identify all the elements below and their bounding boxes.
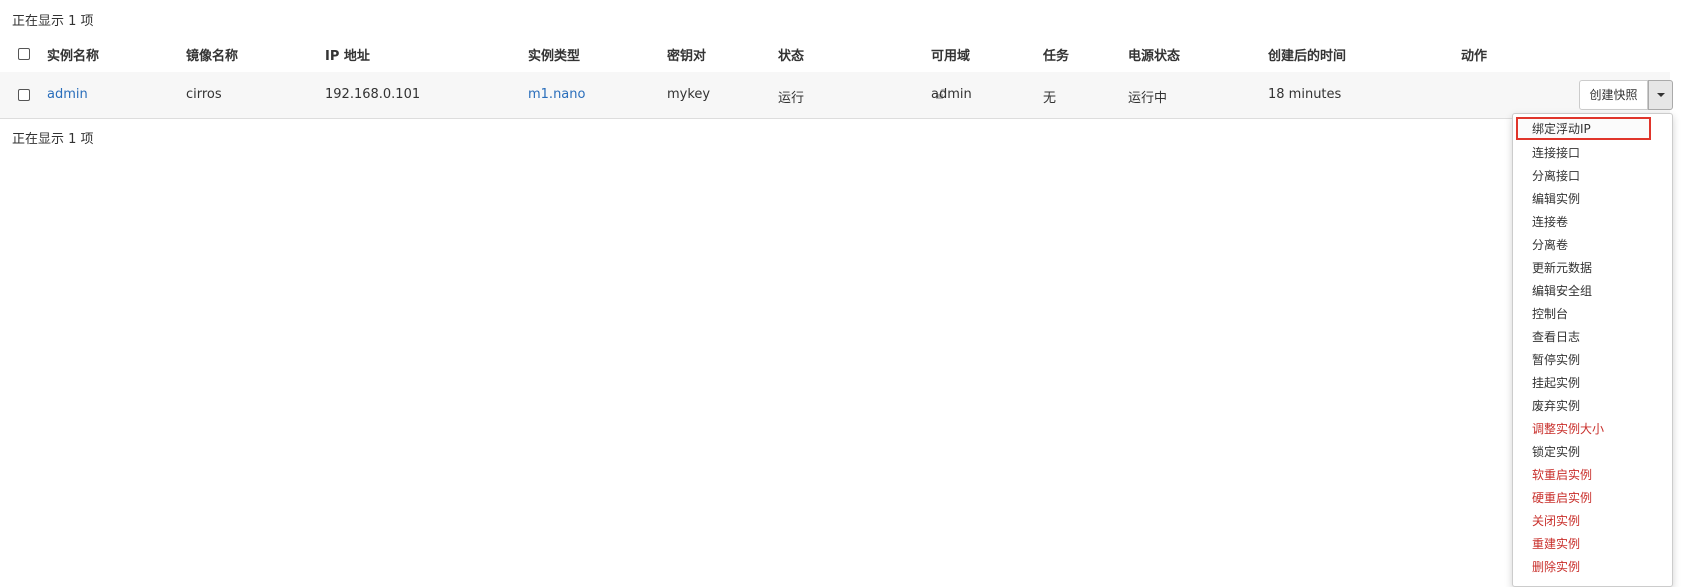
menu-item-detach-volume[interactable]: 分离卷 [1513,234,1672,257]
image-name-cell: cirros [186,87,222,102]
select-all-checkbox[interactable] [18,48,30,60]
header-task[interactable]: 任务 [1043,45,1069,64]
header-power-state[interactable]: 电源状态 [1128,45,1180,64]
actions-dropdown-menu: 绑定浮动IP 连接接口 分离接口 编辑实例 连接卷 分离卷 更新元数据 编辑安全… [1512,113,1673,587]
menu-item-edit-security-groups[interactable]: 编辑安全组 [1513,280,1672,303]
menu-item-lock-instance[interactable]: 锁定实例 [1513,441,1672,464]
ip-address-cell: 192.168.0.101 [325,87,421,102]
menu-item-resize-instance[interactable]: 调整实例大小 [1513,418,1672,441]
power-state-cell: 运行中 [1128,91,1168,106]
menu-item-console[interactable]: 控制台 [1513,303,1672,326]
keypair-cell: mykey [667,87,711,102]
header-flavor[interactable]: 实例类型 [528,45,580,64]
header-availability-zone[interactable]: 可用域 [931,45,970,64]
header-image-name[interactable]: 镜像名称 [186,45,238,64]
menu-item-shelve-instance[interactable]: 废弃实例 [1513,395,1672,418]
header-status[interactable]: 状态 [778,45,804,64]
header-age[interactable]: 创建后的时间 [1268,45,1346,64]
availability-zone-cell: admin [931,87,972,102]
table-row: admin cirros 192.168.0.101 m1.nano mykey… [0,72,1673,119]
menu-item-pause-instance[interactable]: 暂停实例 [1513,349,1672,372]
menu-item-attach-interface[interactable]: 连接接口 [1513,142,1672,165]
age-cell: 18 minutes [1268,87,1342,102]
item-count-bottom: 正在显示 1 项 [12,132,94,147]
item-count-top: 正在显示 1 项 [12,14,94,29]
header-keypair[interactable]: 密钥对 [667,45,706,64]
header-actions: 动作 [1461,49,1488,64]
task-cell: 无 [1043,91,1057,106]
menu-item-edit-instance[interactable]: 编辑实例 [1513,188,1672,211]
header-instance-name[interactable]: 实例名称 [47,45,99,64]
instances-page: 正在显示 1 项 实例名称 镜像名称 IP 地址 实例类型 密钥对 状态 可用域… [0,0,1686,587]
menu-item-hard-reboot[interactable]: 硬重启实例 [1513,487,1672,510]
status-cell: 运行 [778,91,805,106]
flavor-link[interactable]: m1.nano [528,87,585,102]
row-checkbox[interactable] [18,89,30,101]
menu-item-view-log[interactable]: 查看日志 [1513,326,1672,349]
caret-down-icon [1657,93,1665,97]
menu-item-suspend-instance[interactable]: 挂起实例 [1513,372,1672,395]
create-snapshot-button[interactable]: 创建快照 [1579,80,1648,110]
menu-item-soft-reboot[interactable]: 软重启实例 [1513,464,1672,487]
more-actions-toggle[interactable] [1648,80,1673,110]
menu-item-delete-instance[interactable]: 删除实例 [1513,556,1672,579]
menu-item-rebuild-instance[interactable]: 重建实例 [1513,533,1672,556]
header-ip-address[interactable]: IP 地址 [325,45,370,64]
menu-item-shut-off[interactable]: 关闭实例 [1513,510,1672,533]
menu-item-bind-floating-ip[interactable]: 绑定浮动IP [1516,117,1651,140]
menu-item-attach-volume[interactable]: 连接卷 [1513,211,1672,234]
menu-item-detach-interface[interactable]: 分离接口 [1513,165,1672,188]
instance-name-link[interactable]: admin [47,87,88,102]
menu-item-update-metadata[interactable]: 更新元数据 [1513,257,1672,280]
table-header-row: 实例名称 镜像名称 IP 地址 实例类型 密钥对 状态 可用域 任务 电源状态 … [0,36,1670,73]
